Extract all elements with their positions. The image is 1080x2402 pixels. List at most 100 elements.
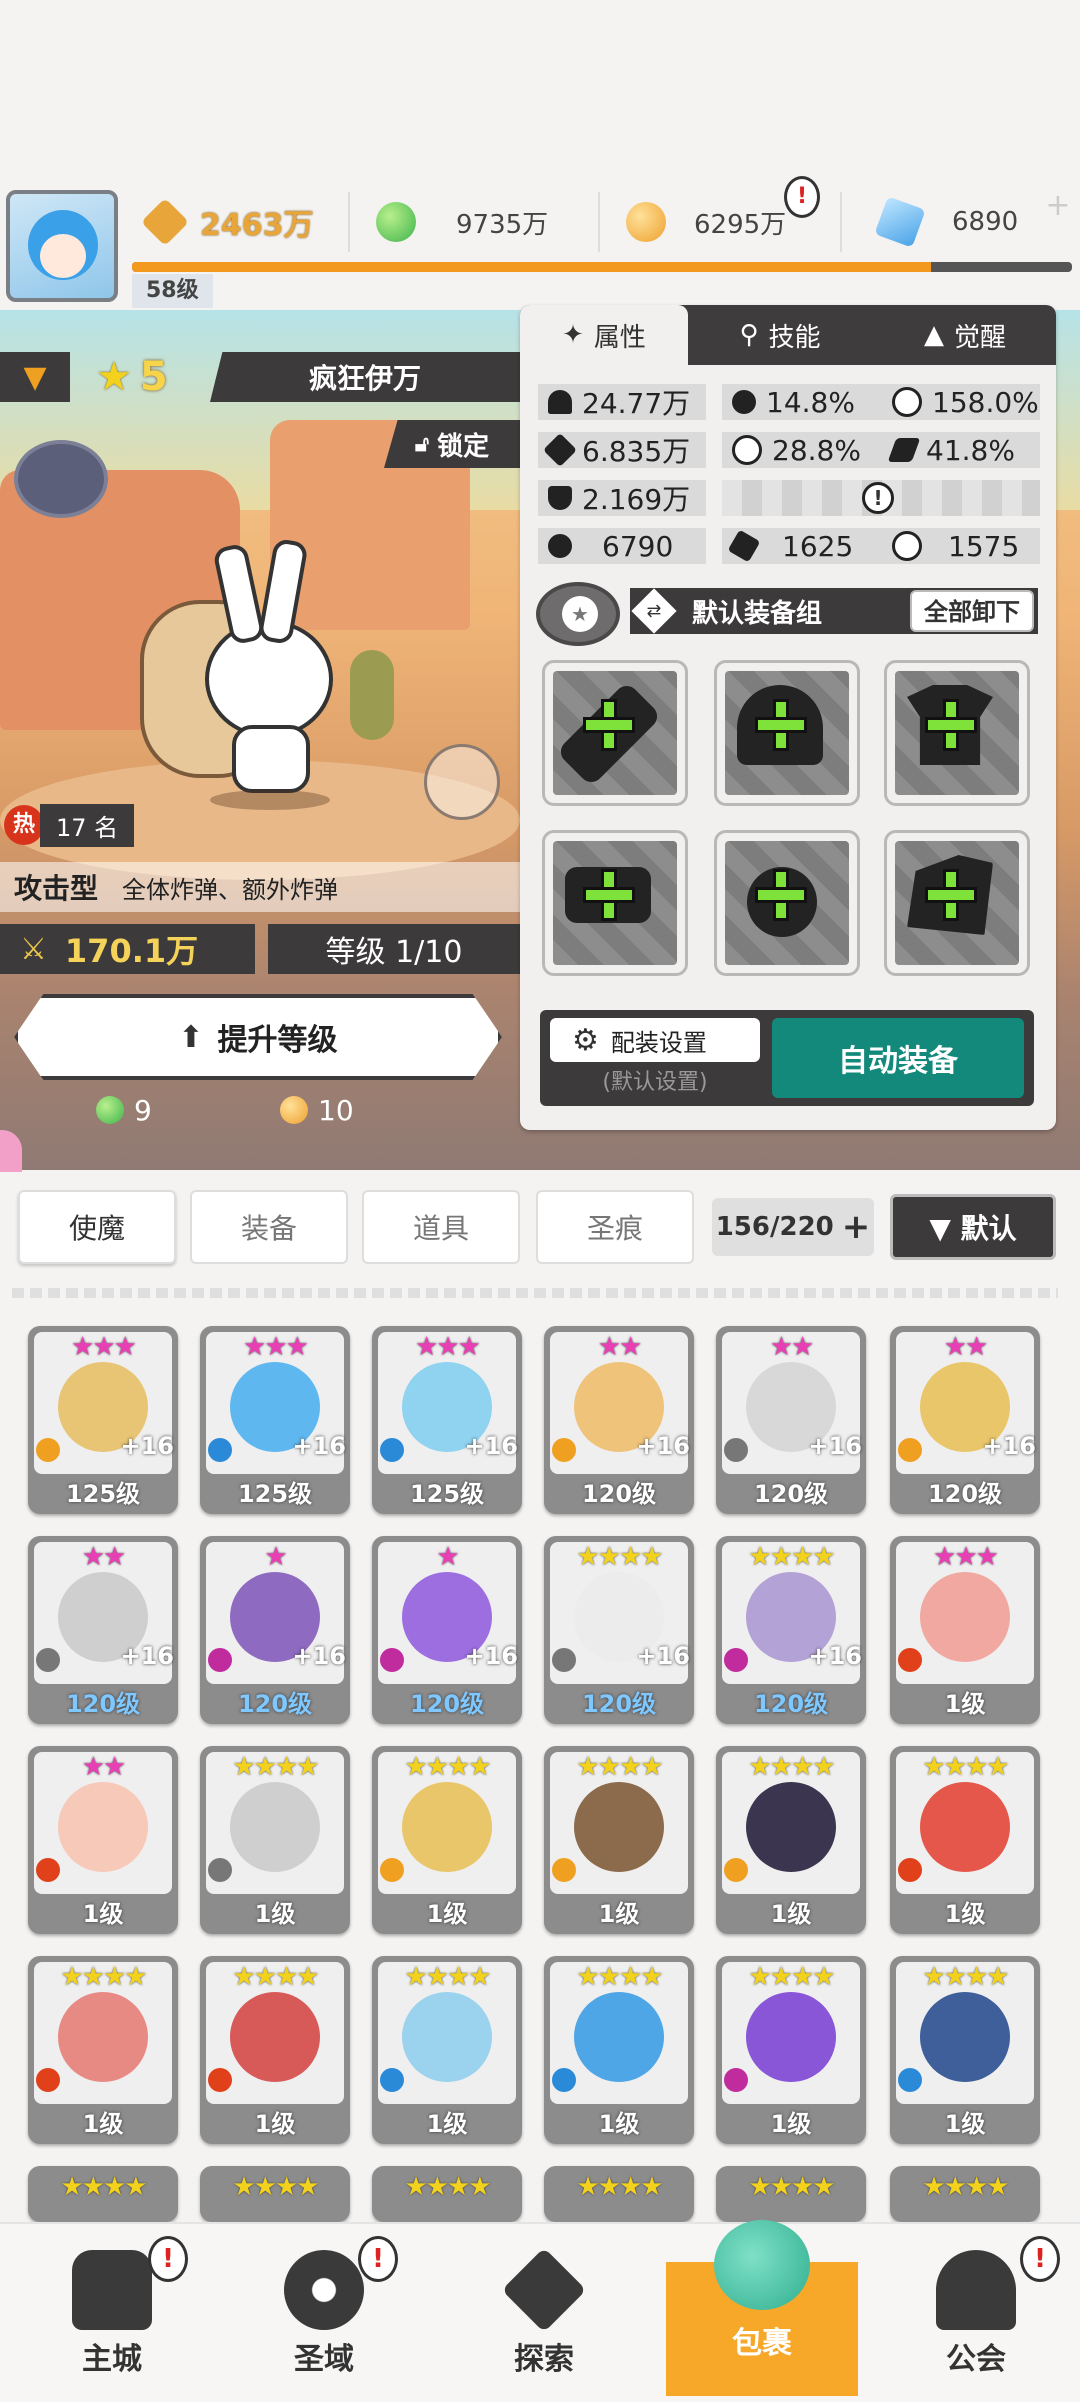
familiar-card[interactable]: ★★★★ 1级 (28, 1956, 178, 2144)
familiar-card[interactable]: ★★★★ 1级 (890, 1746, 1040, 1934)
familiar-card[interactable]: ★★★ +16 125级 (200, 1326, 350, 1514)
crossed-swords-icon: ⚔ (20, 931, 47, 967)
lock-button[interactable]: 🔓︎ 锁定 (384, 420, 520, 468)
familiar-card[interactable]: ★★★★ 1级 (716, 1746, 866, 1934)
familiar-card[interactable]: ★★ +16 120级 (28, 1536, 178, 1724)
equip-slot-accessory[interactable] (884, 830, 1030, 976)
familiar-level: 120级 (581, 1480, 657, 1508)
nav-bag[interactable]: 包裹 (682, 2220, 842, 2390)
stat-locked-row: ! (722, 480, 1040, 516)
familiar-card[interactable]: ★ +16 120级 (372, 1536, 522, 1724)
familiar-card[interactable]: ★★★★ (544, 2166, 694, 2222)
familiar-card[interactable]: ★ +16 120级 (200, 1536, 350, 1724)
familiar-stars: ★★★★ (748, 2172, 835, 2202)
stat-crit-dmg: 158.0% (882, 384, 1040, 420)
familiar-card[interactable]: ★★★★ 1级 (372, 1746, 522, 1934)
rotate-view-icon[interactable] (424, 744, 500, 820)
swap-icon[interactable]: ⇄ (631, 588, 677, 634)
familiar-card[interactable]: ★★★★ 1级 (200, 1956, 350, 2144)
familiar-level: 120级 (65, 1690, 141, 1718)
familiar-plus: +16 (464, 1642, 518, 1670)
equip-slot-helmet[interactable] (714, 660, 860, 806)
tab-stigma[interactable]: 圣痕 (536, 1190, 694, 1264)
wing-icon (887, 438, 921, 462)
familiar-card[interactable]: ★★★★ +16 120级 (716, 1536, 866, 1724)
lock-icon: 🔓︎ (414, 431, 430, 457)
familiar-card[interactable]: ★★★★ 1级 (544, 1956, 694, 2144)
equip-slot-necklace[interactable] (714, 830, 860, 976)
familiar-level: 1级 (254, 2110, 296, 2138)
gold-currency[interactable]: 6295万 (626, 192, 786, 252)
player-avatar[interactable] (6, 190, 118, 302)
familiar-card[interactable]: ★★★★ 1级 (716, 1956, 866, 2144)
nav-explore-label: 探索 (514, 2342, 574, 2377)
familiar-level: 1级 (944, 1690, 986, 1718)
equip-set-name: 默认装备组 (692, 598, 823, 629)
skin-lock-icon[interactable] (14, 440, 108, 518)
familiar-card[interactable]: ★★★★ (890, 2166, 1040, 2222)
stat-s1: 6790 (538, 528, 706, 564)
familiar-card[interactable]: ★★★★ 1级 (890, 1956, 1040, 2144)
star-icon: ★ (562, 596, 598, 632)
add-icon (925, 699, 977, 751)
familiar-card[interactable]: ★★★★ (716, 2166, 866, 2222)
familiar-plus: +16 (982, 1432, 1036, 1460)
familiar-card[interactable]: ★★★ 1级 (890, 1536, 1040, 1724)
upgrade-level-button[interactable]: ⬆ 提升等级 (14, 994, 502, 1080)
familiar-card[interactable]: ★★★ +16 125级 (372, 1326, 522, 1514)
familiar-stars: ★★★ (415, 1332, 481, 1362)
config-settings-button[interactable]: ⚙ 配装设置 (550, 1018, 760, 1062)
sort-dropdown[interactable]: ▼ 默认 (890, 1194, 1056, 1260)
element-icon (898, 1438, 922, 1462)
familiar-card[interactable]: ★★★ +16 125级 (28, 1326, 178, 1514)
tab-familiar[interactable]: 使魔 (18, 1190, 176, 1264)
familiar-face (574, 1782, 664, 1872)
tab-items[interactable]: 道具 (362, 1190, 520, 1264)
equip-slot-weapon[interactable] (542, 660, 688, 806)
familiar-card[interactable]: ★★★★ (372, 2166, 522, 2222)
unequip-all-button[interactable]: 全部卸下 (910, 590, 1034, 632)
familiar-level: 120级 (409, 1690, 485, 1718)
equip-slot-armor[interactable] (884, 660, 1030, 806)
equip-slot-belt[interactable] (542, 830, 688, 976)
nav-explore[interactable]: 探索 (464, 2240, 624, 2390)
green-currency-value: 9735万 (456, 209, 549, 240)
arrow-up-icon: ⬆ (178, 1019, 204, 1055)
equip-set-badge[interactable]: ★ (536, 582, 620, 646)
stat-hp-value: 24.77万 (582, 387, 691, 420)
hero-type-row: 攻击型 全体炸弹、额外炸弹 (0, 862, 520, 912)
swirl-icon (548, 534, 572, 558)
familiar-stars: ★★ (597, 1332, 643, 1362)
familiar-level: 125级 (409, 1480, 485, 1508)
familiar-card[interactable]: ★★★★ 1级 (544, 1746, 694, 1934)
familiar-card[interactable]: ★★★★ +16 120级 (544, 1536, 694, 1724)
expand-capacity-icon[interactable]: + (842, 1207, 871, 1247)
familiar-card[interactable]: ★★ +16 120级 (544, 1326, 694, 1514)
tab-awaken[interactable]: ▲ 觉醒 (880, 305, 1050, 365)
element-icon (552, 1648, 576, 1672)
familiar-card[interactable]: ★★★★ 1级 (372, 1956, 522, 2144)
tab-attributes[interactable]: ✦ 属性 (520, 305, 688, 365)
green-currency[interactable]: 9735万 (376, 192, 548, 252)
familiar-card[interactable]: ★★★★ (28, 2166, 178, 2222)
familiar-face (920, 1572, 1010, 1662)
familiar-face (574, 1992, 664, 2082)
tab-skills[interactable]: ⚲ 技能 (700, 305, 860, 365)
familiar-stars: ★★★★ (576, 2172, 663, 2202)
add-gem-icon[interactable]: + (1040, 188, 1076, 224)
familiar-card[interactable]: ★★★★ 1级 (200, 1746, 350, 1934)
familiar-stars: ★★★ (933, 1542, 999, 1572)
element-icon (208, 1438, 232, 1462)
familiar-card[interactable]: ★★ +16 120级 (890, 1326, 1040, 1514)
gem-currency[interactable]: 6890 (874, 192, 1018, 252)
familiar-card[interactable]: ★★ 1级 (28, 1746, 178, 1934)
familiar-level: 120级 (581, 1690, 657, 1718)
element-icon (724, 1858, 748, 1882)
auto-equip-button[interactable]: 自动装备 (772, 1018, 1024, 1098)
familiar-card[interactable]: ★★ +16 120级 (716, 1326, 866, 1514)
stat-s2: 1625 (722, 528, 882, 564)
familiar-card[interactable]: ★★★★ (200, 2166, 350, 2222)
element-icon (724, 1438, 748, 1462)
tab-equipment[interactable]: 装备 (190, 1190, 348, 1264)
familiar-stars: ★★★★ (232, 1752, 319, 1782)
